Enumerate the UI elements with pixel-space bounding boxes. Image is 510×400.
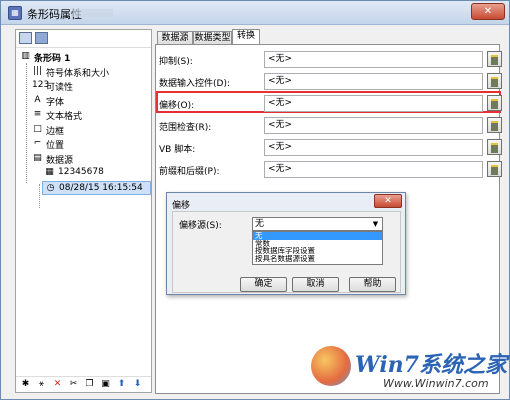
tab-0[interactable]: 数据源: [157, 31, 193, 45]
tree-item-label: 条形码 1: [34, 54, 71, 64]
tree-item-label: 12345678: [58, 167, 104, 177]
property-row: 抑制(S): <无>: [156, 50, 502, 70]
cut-icon[interactable]: ✂: [68, 379, 79, 390]
dialog-body: 偏移源(S): 无 ▼ 无常数 按数据库字段设置 按具名数据源设置 确定 取消 帮助: [172, 211, 401, 293]
tree-bottom-toolbar: ✱ ⚹ ✕ ✂ ❐ ▣ ⬆ ⬇: [16, 376, 151, 392]
watermark: Win7系统之家 Www.Winwin7.com: [301, 342, 507, 397]
edit-property-button[interactable]: [487, 161, 502, 177]
watermark-url: Www.Winwin7.com: [383, 377, 489, 390]
dropdown-option[interactable]: 常数: [253, 240, 382, 248]
move-up-icon[interactable]: ⬆: [116, 379, 127, 390]
toolbar-layers-icon[interactable]: [35, 32, 48, 44]
tree-panel: ▥ 条形码 1 ||| 符号体系和大小 123 可读性 A 字体 ≡ 文本格式 □ 边框 ⌐ 位置 ▤ 数据源…: [15, 29, 152, 393]
dialog-title: 偏移: [172, 201, 191, 211]
tree-item[interactable]: ◷ 08/28/15 16:15:54: [42, 180, 151, 195]
property-label: 偏移(O):: [159, 101, 195, 111]
property-field[interactable]: <无>: [264, 73, 483, 90]
offset-dialog: 偏移 ✕ 偏移源(S): 无 ▼ 无常数 按数据库字段设置 按具名数据源设置 确定 …: [166, 192, 406, 295]
offset-source-dropdown: 无常数 按数据库字段设置 按具名数据源设置: [252, 231, 383, 265]
tree-item-label: 位置: [46, 141, 65, 151]
property-label: 抑制(S):: [159, 57, 193, 67]
property-field[interactable]: <无>: [264, 161, 483, 178]
property-row: 范围检查(R): <无>: [156, 116, 502, 136]
border-icon: □: [33, 123, 42, 134]
symbology-icon: |||: [32, 65, 43, 76]
tab-2[interactable]: 转换: [232, 29, 260, 45]
tree-item-label: 08/28/15 16:15:54: [59, 182, 143, 193]
move-down-icon[interactable]: ⬇: [132, 379, 143, 390]
text-format-icon: ≡: [33, 109, 42, 119]
position-icon: ⌐: [33, 138, 42, 148]
title-blur: [73, 9, 113, 17]
tree-item-label: 符号体系和大小: [46, 68, 110, 79]
watermark-brand: Win7系统之家: [355, 352, 507, 378]
property-field[interactable]: <无>: [264, 117, 483, 134]
property-tree: ▥ 条形码 1 ||| 符号体系和大小 123 可读性 A 字体 ≡ 文本格式 □ 边框 ⌐ 位置 ▤ 数据源…: [16, 50, 151, 195]
readability-icon: 123: [32, 80, 50, 90]
window-close-button[interactable]: ✕: [471, 3, 505, 20]
edit-property-button[interactable]: [487, 51, 502, 67]
cancel-button[interactable]: 取消: [292, 277, 339, 292]
offset-source-value: 无: [255, 219, 265, 229]
tree-item-label: 边框: [46, 126, 65, 137]
offset-source-select[interactable]: 无 ▼: [252, 217, 383, 231]
tree-item[interactable]: ▤ 数据源: [16, 152, 151, 167]
property-label: 范围检查(R):: [159, 123, 212, 133]
dialog-close-button[interactable]: ✕: [374, 194, 402, 208]
edit-property-button[interactable]: [487, 73, 502, 89]
wand-icon[interactable]: ⚹: [36, 379, 47, 390]
barcode-icon: ▥: [21, 51, 30, 61]
property-row: 前缀和后缀(P): <无>: [156, 160, 502, 180]
delete-icon[interactable]: ✕: [52, 379, 63, 390]
tree-item[interactable]: ⌐ 位置: [16, 137, 151, 152]
datasource-icon: ▤: [33, 152, 42, 163]
edit-property-button[interactable]: [487, 117, 502, 133]
ok-button[interactable]: 确定: [240, 277, 287, 292]
property-row: 数据输入控件(D): <无>: [156, 72, 502, 92]
property-label: 前缀和后缀(P):: [159, 167, 220, 177]
tree-item-label: 数据源: [46, 155, 74, 166]
paste-icon[interactable]: ▣: [100, 379, 111, 390]
app-icon: ▦: [8, 6, 22, 20]
tab-1[interactable]: 数据类型: [193, 31, 232, 45]
property-field[interactable]: <无>: [264, 139, 483, 156]
tree-item[interactable]: □ 边框: [16, 123, 151, 138]
dropdown-option[interactable]: 按数据库字段设置: [253, 247, 382, 255]
property-label: 数据输入控件(D):: [159, 79, 230, 89]
title-bar: ▦ 条形码属性 ✕: [1, 1, 509, 25]
property-field[interactable]: <无>: [264, 95, 483, 112]
chevron-down-icon[interactable]: ▼: [370, 219, 381, 229]
toolbar-view-icon[interactable]: [19, 32, 32, 44]
copy-icon[interactable]: ❐: [84, 379, 95, 390]
font-icon: A: [34, 94, 41, 105]
property-field[interactable]: <无>: [264, 51, 483, 68]
clock-icon: ◷: [46, 182, 55, 193]
property-row: VB 脚本: <无>: [156, 138, 502, 158]
tree-item[interactable]: A 字体: [16, 94, 151, 109]
edit-property-button[interactable]: [487, 139, 502, 155]
tree-item[interactable]: ≡ 文本格式: [16, 108, 151, 123]
tree-item[interactable]: 123 可读性: [16, 79, 151, 94]
dropdown-option[interactable]: 无: [253, 232, 382, 240]
new-item-icon[interactable]: ✱: [20, 379, 31, 390]
tree-item-label: 字体: [46, 97, 65, 108]
offset-source-label: 偏移源(S):: [179, 221, 222, 231]
tree-item[interactable]: ▥ 条形码 1: [16, 50, 151, 65]
tree-item-label: 文本格式: [46, 112, 83, 122]
dropdown-option[interactable]: 按具名数据源设置: [253, 255, 382, 263]
tree-item-label: 可读性: [46, 83, 74, 93]
tree-toolbar: [16, 30, 151, 48]
windows-logo-icon: [311, 346, 351, 386]
edit-property-button[interactable]: [487, 95, 502, 111]
tree-item[interactable]: ▦ 12345678: [16, 166, 151, 181]
help-button[interactable]: 帮助: [349, 277, 396, 292]
barcode-properties-window: ▦ 条形码属性 ✕ ▥ 条形码 1 ||| 符号体系和大小 123 可读性 A 字体 ≡ 文本格式…: [0, 0, 510, 400]
property-row: 偏移(O): <无>: [156, 94, 502, 114]
data-icon: ▦: [45, 167, 54, 177]
property-label: VB 脚本:: [159, 145, 196, 155]
tree-item[interactable]: ||| 符号体系和大小: [16, 65, 151, 80]
